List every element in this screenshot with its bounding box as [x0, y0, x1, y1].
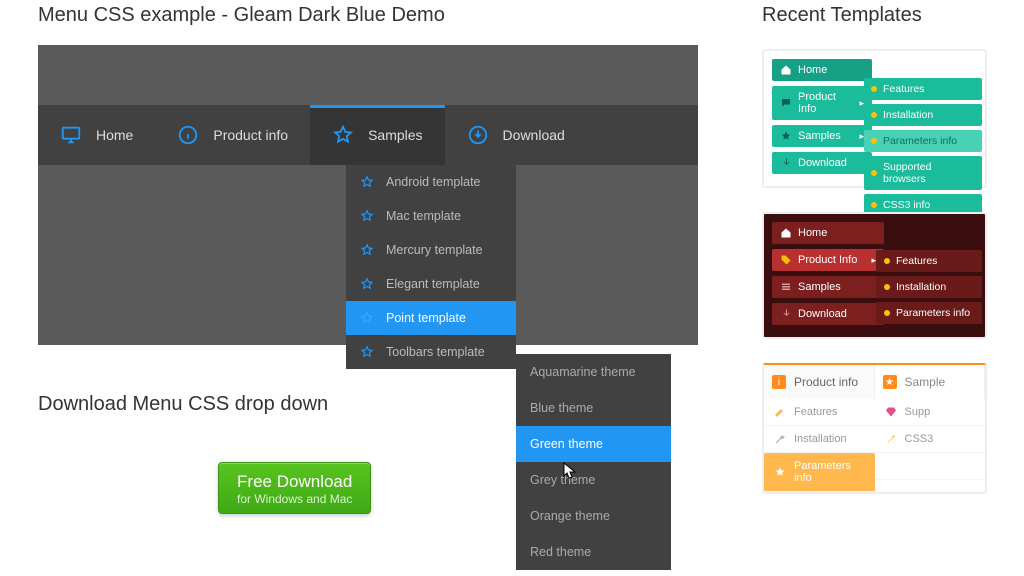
theme-item[interactable]: Blue theme	[516, 390, 671, 426]
menu-item-download[interactable]: Download	[445, 105, 587, 165]
recent-templates-title: Recent Templates	[762, 4, 1024, 27]
tmpl-row: Home	[772, 222, 884, 244]
tmpl-content-row: Supp	[875, 399, 986, 426]
bullet-icon	[884, 258, 890, 264]
template-thumb-red[interactable]: Home Product Info▸ Samples Download Feat…	[762, 212, 987, 339]
tmpl-row: Samples	[772, 276, 884, 298]
wand-icon	[885, 433, 897, 445]
theme-item[interactable]: Orange theme	[516, 498, 671, 534]
bullet-icon	[871, 112, 877, 118]
star-icon	[360, 277, 374, 291]
tmpl-row: Product Info▸	[772, 86, 872, 120]
menu-demo-frame: Home Product info Samples	[38, 45, 698, 345]
wrench-icon	[774, 433, 786, 445]
info-square-icon: i	[772, 375, 786, 389]
tmpl-subrow: Supported browsers	[864, 156, 982, 190]
download-button-line1: Free Download	[237, 472, 352, 492]
tmpl-row-selected: Product Info▸	[772, 249, 884, 271]
tmpl-row: Download	[772, 152, 872, 174]
home-icon	[780, 64, 792, 76]
bullet-icon	[871, 202, 877, 208]
template-thumb-green[interactable]: Home Product Info▸ Samples▸ Download Fea…	[762, 49, 987, 188]
submenu-item[interactable]: Elegant template	[346, 267, 516, 301]
menu-item-label: Samples	[368, 127, 422, 143]
submenu-label: Point template	[386, 311, 466, 325]
download-icon	[780, 308, 792, 320]
tmpl-subrow: Parameters info	[876, 302, 982, 324]
tmpl-content-row: Installation	[764, 426, 875, 453]
tmpl-row: Samples▸	[772, 125, 872, 147]
bullet-icon	[871, 86, 877, 92]
monitor-icon	[60, 124, 82, 146]
tmpl-row: Home	[772, 59, 872, 81]
tmpl-tab: iProduct info	[764, 365, 875, 399]
star-icon	[360, 345, 374, 359]
tmpl-subrow: Installation	[876, 276, 982, 298]
theme-item-selected[interactable]: Green theme	[516, 426, 671, 462]
submenu-item-selected[interactable]: Point template	[346, 301, 516, 335]
info-icon	[177, 124, 199, 146]
menu-item-home[interactable]: Home	[38, 105, 155, 165]
submenu-label: Toolbars template	[386, 345, 485, 359]
submenu-label: Elegant template	[386, 277, 480, 291]
bullet-icon	[884, 284, 890, 290]
star-icon	[332, 124, 354, 146]
tmpl-content-row-selected: Parameters info	[764, 453, 875, 492]
star-icon	[360, 175, 374, 189]
bullet-icon	[884, 310, 890, 316]
star-icon	[774, 466, 786, 478]
download-button-line2: for Windows and Mac	[237, 492, 352, 506]
tmpl-content-row: Features	[764, 399, 875, 426]
pencil-icon	[774, 406, 786, 418]
submenu-item[interactable]: Android template	[346, 165, 516, 199]
star-square-icon: ★	[883, 375, 897, 389]
tmpl-content-row	[875, 453, 986, 480]
download-icon	[780, 157, 792, 169]
star-icon	[360, 243, 374, 257]
menu-item-samples[interactable]: Samples	[310, 105, 444, 165]
star-icon	[780, 130, 792, 142]
tmpl-subrow: Features	[876, 250, 982, 272]
theme-item[interactable]: Aquamarine theme	[516, 354, 671, 390]
main-menu-bar: Home Product info Samples	[38, 105, 698, 165]
theme-item[interactable]: Grey theme	[516, 462, 671, 498]
bullet-icon	[871, 170, 877, 176]
submenu-item[interactable]: Mac template	[346, 199, 516, 233]
template-thumb-orange[interactable]: iProduct info ★Sample Features Installat…	[762, 363, 987, 494]
submenu-label: Mercury template	[386, 243, 483, 257]
tag-icon	[780, 254, 792, 266]
submenu-themes: Aquamarine theme Blue theme Green theme …	[516, 354, 671, 570]
home-icon	[780, 227, 792, 239]
menu-item-label: Home	[96, 127, 133, 143]
submenu-label: Mac template	[386, 209, 461, 223]
tmpl-subrow: Features	[864, 78, 982, 100]
mouse-cursor-icon	[563, 462, 577, 480]
download-icon	[467, 124, 489, 146]
menu-item-label: Product info	[213, 127, 288, 143]
menu-item-product-info[interactable]: Product info	[155, 105, 310, 165]
tmpl-content-row: CSS3	[875, 426, 986, 453]
submenu-item[interactable]: Mercury template	[346, 233, 516, 267]
free-download-button[interactable]: Free Download for Windows and Mac	[218, 462, 371, 514]
submenu-label: Android template	[386, 175, 481, 189]
submenu-templates: Android template Mac template Mercury te…	[346, 165, 516, 369]
star-icon	[360, 209, 374, 223]
tmpl-subrow-selected: Parameters info	[864, 130, 982, 152]
submenu-item[interactable]: Toolbars template	[346, 335, 516, 369]
page-title: Menu CSS example - Gleam Dark Blue Demo	[38, 4, 740, 27]
tmpl-row: Download	[772, 303, 884, 325]
gem-icon	[885, 406, 897, 418]
bullet-icon	[871, 138, 877, 144]
list-icon	[780, 281, 792, 293]
tmpl-subrow: Installation	[864, 104, 982, 126]
menu-item-label: Download	[503, 127, 565, 143]
chat-icon	[780, 97, 792, 109]
theme-item[interactable]: Red theme	[516, 534, 671, 570]
tmpl-tab: ★Sample	[875, 365, 986, 399]
star-icon	[360, 311, 374, 325]
